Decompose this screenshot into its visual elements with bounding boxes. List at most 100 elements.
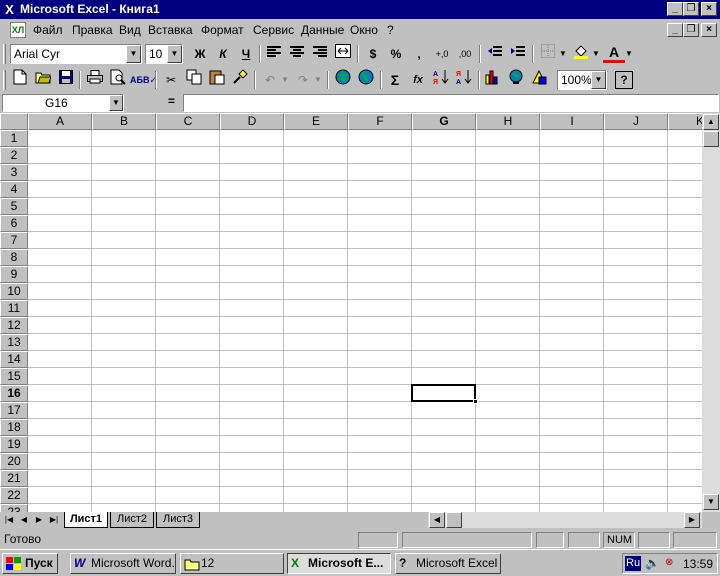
row-header[interactable]: 18 (0, 419, 28, 436)
speaker-icon[interactable]: 🔈 (645, 556, 660, 570)
print-preview-button[interactable] (107, 69, 129, 91)
drawing-button[interactable] (528, 69, 550, 91)
row-header[interactable]: 19 (0, 436, 28, 453)
horizontal-scroll-thumb[interactable] (446, 512, 462, 528)
row-header[interactable]: 7 (0, 232, 28, 249)
next-sheet-button[interactable]: ▶ (32, 513, 46, 527)
active-cell[interactable] (411, 384, 478, 404)
row-header[interactable]: 11 (0, 300, 28, 317)
row-header[interactable]: 13 (0, 334, 28, 351)
task-word[interactable]: W Microsoft Word... (70, 553, 176, 574)
column-header[interactable]: H (476, 113, 540, 130)
vertical-scrollbar[interactable]: ▲ ▼ (702, 113, 720, 512)
scroll-right-button[interactable]: ▶ (684, 512, 700, 528)
column-header[interactable]: D (220, 113, 284, 130)
scroll-down-button[interactable]: ▼ (703, 494, 719, 510)
scroll-up-button[interactable]: ▲ (703, 114, 719, 130)
clock[interactable]: 13:59 (683, 557, 713, 571)
zoom-select[interactable]: 100% ▼ (557, 70, 607, 90)
row-header[interactable]: 21 (0, 470, 28, 487)
column-header[interactable]: I (540, 113, 604, 130)
task-folder[interactable]: 12 (180, 553, 284, 574)
menu-tools[interactable]: Сервис (253, 23, 294, 37)
chevron-down-icon[interactable]: ▼ (313, 69, 323, 91)
print-button[interactable] (84, 69, 106, 91)
menu-edit[interactable]: Правка (72, 23, 113, 37)
task-excel-active[interactable]: X Microsoft E... (287, 553, 391, 574)
start-button[interactable]: Пуск (2, 553, 58, 574)
row-header[interactable]: 23 (0, 504, 28, 512)
sort-descending-button[interactable]: ЯА (453, 69, 475, 91)
decrease-indent-button[interactable] (484, 43, 506, 65)
column-header[interactable]: C (156, 113, 220, 130)
select-all-corner[interactable] (0, 113, 28, 130)
increase-indent-button[interactable] (507, 43, 529, 65)
row-header[interactable]: 15 (0, 368, 28, 385)
chevron-down-icon[interactable]: ▼ (591, 71, 606, 89)
menu-data[interactable]: Данные (301, 23, 344, 37)
horizontal-scrollbar[interactable]: ◀ ▶ (428, 512, 702, 528)
menu-view[interactable]: Вид (119, 23, 141, 37)
doc-minimize-button[interactable]: _ (667, 23, 683, 37)
decrease-decimal-button[interactable]: ,00 (454, 43, 476, 65)
new-button[interactable] (9, 69, 31, 91)
cut-button[interactable]: ✂ (160, 69, 182, 91)
chevron-down-icon[interactable]: ▼ (591, 43, 601, 65)
chevron-down-icon[interactable]: ▼ (558, 43, 568, 65)
last-sheet-button[interactable]: ▶| (47, 513, 61, 527)
menu-window[interactable]: Окно (350, 23, 378, 37)
sheet-tab-1[interactable]: Лист1 (64, 512, 108, 528)
minimize-button[interactable]: _ (667, 2, 683, 16)
toolbar-grip[interactable] (3, 70, 6, 90)
scroll-left-button[interactable]: ◀ (429, 512, 445, 528)
row-header[interactable]: 6 (0, 215, 28, 232)
thousands-separator-button[interactable]: , (408, 43, 430, 65)
merge-center-button[interactable] (332, 43, 354, 65)
row-header[interactable]: 4 (0, 181, 28, 198)
align-center-button[interactable] (286, 43, 308, 65)
column-header[interactable]: E (284, 113, 348, 130)
paste-function-button[interactable]: fx (407, 69, 429, 91)
formula-equals-sign[interactable]: = (168, 94, 175, 108)
fill-handle[interactable] (473, 399, 478, 404)
spelling-button[interactable]: АБВ✓ (130, 69, 157, 91)
chevron-down-icon[interactable]: ▼ (126, 45, 141, 63)
currency-button[interactable]: $ (362, 43, 384, 65)
undo-button[interactable]: ↶ (259, 69, 281, 91)
row-header[interactable]: 14 (0, 351, 28, 368)
sheet-tab-2[interactable]: Лист2 (110, 512, 154, 528)
row-header[interactable]: 17 (0, 402, 28, 419)
map-button[interactable] (505, 69, 527, 91)
row-header[interactable]: 10 (0, 283, 28, 300)
first-sheet-button[interactable]: |◀ (2, 513, 16, 527)
office-assistant-button[interactable]: ? (615, 71, 633, 89)
row-header[interactable]: 2 (0, 147, 28, 164)
column-header[interactable]: J (604, 113, 668, 130)
close-button[interactable]: × (701, 2, 717, 16)
row-header[interactable]: 9 (0, 266, 28, 283)
bold-button[interactable]: Ж (189, 43, 211, 65)
column-header[interactable]: B (92, 113, 156, 130)
web-toolbar-button[interactable] (355, 69, 377, 91)
row-header[interactable]: 20 (0, 453, 28, 470)
row-header[interactable]: 3 (0, 164, 28, 181)
prev-sheet-button[interactable]: ◀ (17, 513, 31, 527)
font-color-button[interactable]: A (603, 43, 625, 63)
column-header[interactable]: A (28, 113, 92, 130)
open-button[interactable] (32, 69, 54, 91)
font-size-select[interactable]: 10 ▼ (145, 44, 183, 64)
menu-file[interactable]: Файл (33, 23, 63, 37)
chevron-down-icon[interactable]: ▼ (109, 95, 123, 111)
redo-button[interactable]: ↷ (292, 69, 314, 91)
chevron-down-icon[interactable]: ▼ (280, 69, 290, 91)
paste-button[interactable] (206, 69, 228, 91)
network-icon[interactable]: ⊗ (665, 557, 673, 568)
chevron-down-icon[interactable]: ▼ (624, 43, 634, 65)
chart-wizard-button[interactable] (482, 69, 504, 91)
doc-restore-button[interactable]: ❐ (683, 23, 699, 37)
align-right-button[interactable] (309, 43, 331, 65)
chevron-down-icon[interactable]: ▼ (167, 45, 182, 63)
task-excel-help[interactable]: ? Microsoft Excel (395, 553, 501, 574)
formula-input[interactable] (183, 94, 719, 112)
save-button[interactable] (55, 69, 77, 91)
